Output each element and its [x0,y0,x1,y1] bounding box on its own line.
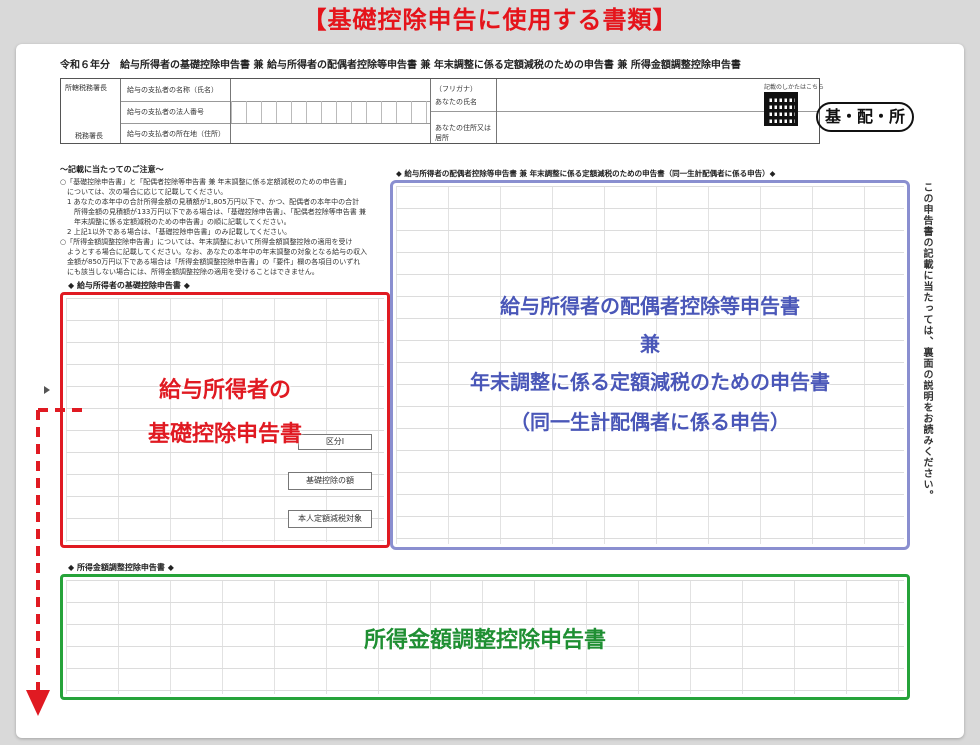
note-line: 年末調整に係る定額減税のための申告書」の順に記載してください。 [60,218,291,226]
note-line: 所得金額の見積額が133万円以下である場合は、「基礎控除申告書」、「配偶者控除等… [60,208,367,216]
your-labels-cell: （フリガナ） あなたの氏名 あなたの住所又は居所 [431,79,497,143]
spouse-deduction-highlight [390,180,910,550]
tax-office-label: 所轄税務署長 [65,84,107,92]
note-line: ようとする場合に記載してください。なお、あなたの本年中の年末調整の対象となる給与… [60,248,368,256]
header-table: 所轄税務署長 税務署長 給与の支払者の名称（氏名） 給与の支払者の法人番号 給与… [60,78,820,144]
notes-heading: ～記載に当たってのご注意～ [60,165,164,174]
spouse-section-label: ◆ 給与所得者の配偶者控除等申告書 兼 年末調整に係る定額減税のための申告書（同… [396,169,776,178]
tax-office-label-2: 税務署長 [75,132,103,140]
blue-overlay-line-3: 年末調整に係る定額減税のための申告書 [470,370,830,394]
qr-code-icon [764,92,798,126]
payer-address-label: 給与の支払者の所在地（住所） [127,130,225,138]
basic-section-label: ◆ 給与所得者の基礎控除申告書 ◆ [68,281,190,290]
note-line: 金額が850万円以下である場合は「所得金額調整控除申告書」の「要件」欄の各項目の… [60,258,361,266]
payer-fields-cell[interactable] [231,79,431,143]
note-line: 2 上記1以外である場合は、「基礎控除申告書」のみ記載してください。 [60,228,292,236]
your-address-label: あなたの住所又は居所 [435,124,491,142]
red-overlay-line-1: 給与所得者の [158,378,291,403]
tax-form-sheet: 令和６年分 給与所得者の基礎控除申告書 兼 給与所得者の配偶者控除等申告書 兼 … [16,44,964,738]
form-title: 令和６年分 給与所得者の基礎控除申告書 兼 給与所得者の配偶者控除等申告書 兼 … [60,60,741,71]
green-overlay-line: 所得金額調整控除申告書 [363,628,606,653]
note-line: ○「所得金額調整控除申告書」については、年末調整において所得金額調整控除の適用を… [60,238,353,246]
adjust-section-label: ◆ 所得金額調整控除申告書 ◆ [68,563,174,572]
note-line: ○「基礎控除申告書」と「配偶者控除等申告書 兼 年末調整に係る定額減税のための申… [60,178,351,186]
note-line: については、次の場合に応じて記載してください。 [60,188,228,196]
tax-office-cell: 所轄税務署長 税務署長 [61,79,121,143]
form-type-stamp: 基・配・所 [816,102,914,132]
your-name-label: あなたの氏名 [435,98,477,106]
page-banner-title: 【基礎控除申告に使用する書類】 [302,6,678,34]
qr-caption: 記載のしかたはこちら [764,84,825,91]
red-overlay-line-2: 基礎控除申告書 [147,422,302,447]
blue-overlay-line-2: 兼 [640,332,660,356]
blue-overlay-line-1: 給与所得者の配偶者控除等申告書 [500,294,800,318]
payer-number-label: 給与の支払者の法人番号 [127,108,204,116]
note-line: 1 あなたの本年中の合計所得金額の見積額が1,805万円以下で、かつ、配偶者の本… [60,198,360,206]
note-line: にも該当しない場合には、所得金額調整控除の適用を受けることはできません。 [60,268,319,276]
payer-labels-cell: 給与の支払者の名称（氏名） 給与の支払者の法人番号 給与の支払者の所在地（住所） [121,79,231,143]
payer-name-label: 給与の支払者の名称（氏名） [127,86,218,94]
blue-overlay-line-4: （同一生計配偶者に係る申告） [510,410,790,434]
side-note: この申告書の記載に当たっては、裏面の説明をお読みください。 [921,182,932,501]
furigana-label: （フリガナ） [435,85,477,93]
notes-block: ～記載に当たってのご注意～ ○「基礎控除申告書」と「配偶者控除等申告書 兼 年末… [60,164,380,277]
